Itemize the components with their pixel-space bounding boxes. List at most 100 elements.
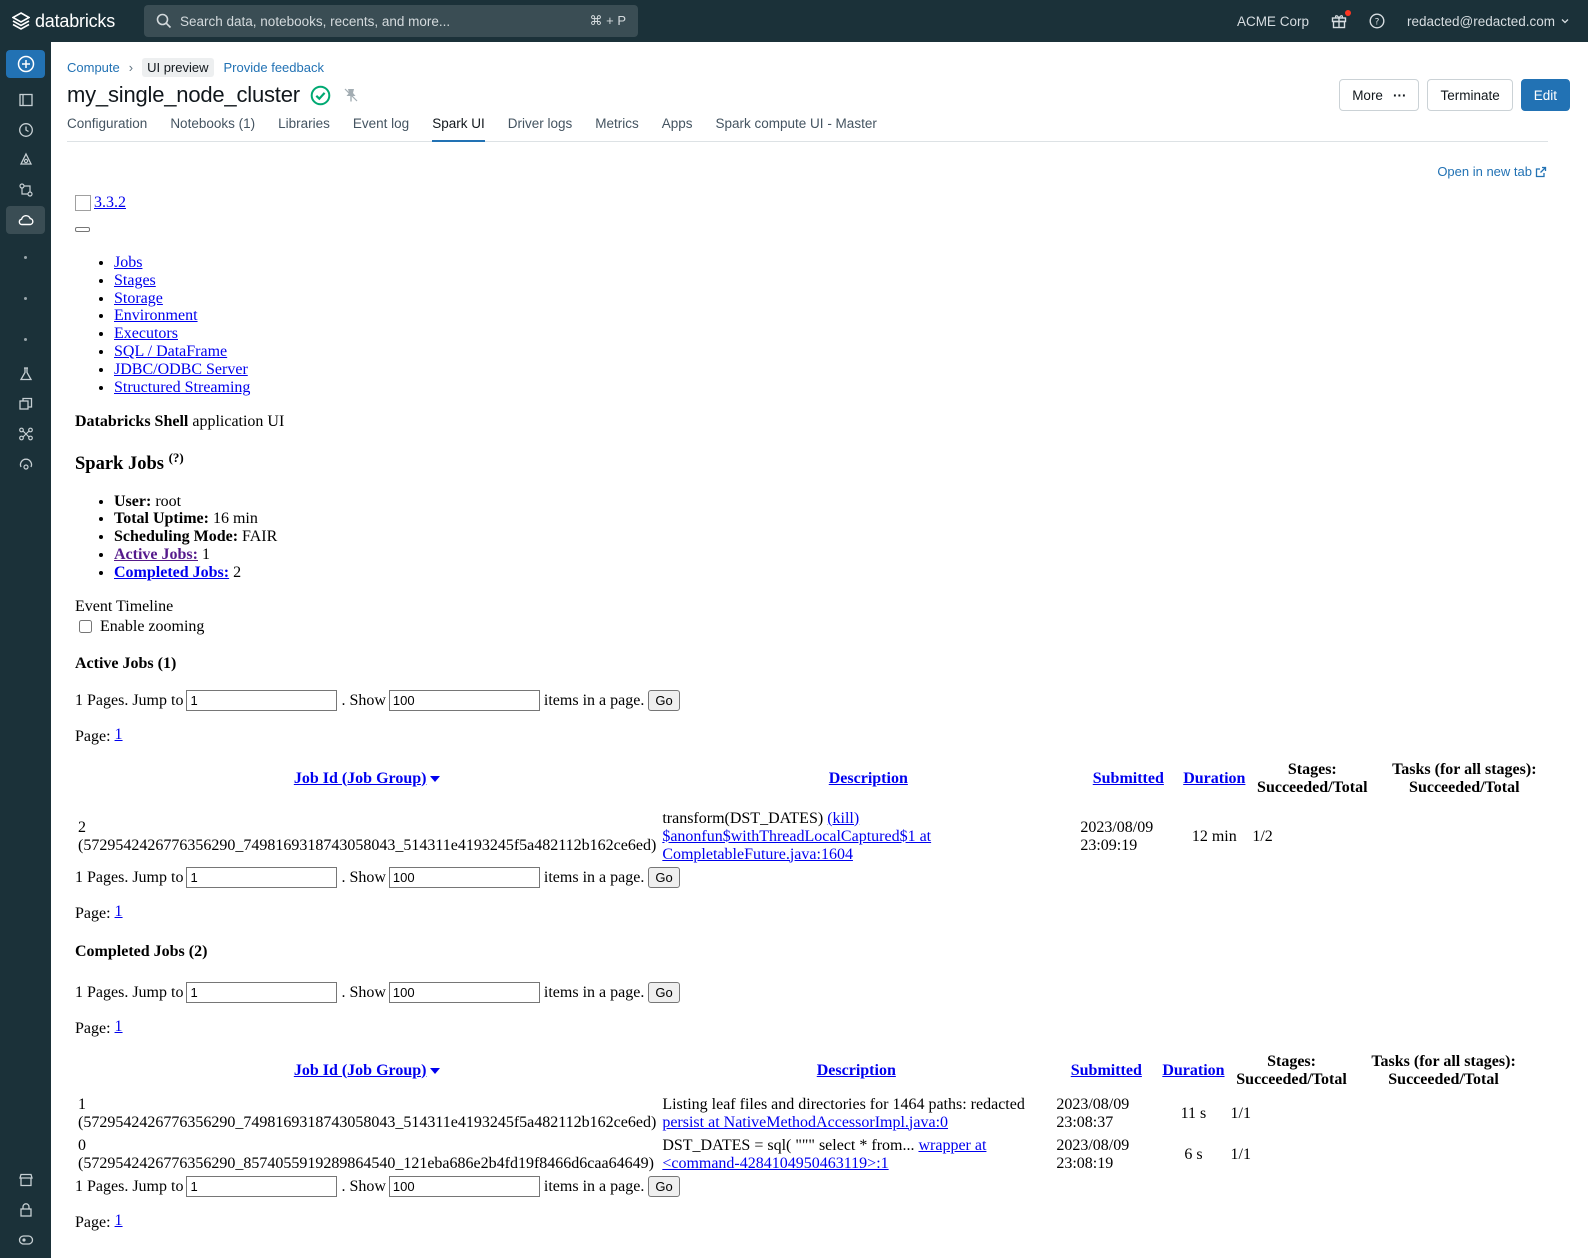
cluster-running-status [310,85,331,106]
jump-to-page-input[interactable] [186,690,338,712]
completed-jobs-heading[interactable]: Completed Jobs (2) [75,943,1555,961]
new-button[interactable] [6,50,45,78]
items-per-page-input[interactable] [388,1176,540,1198]
tab-spark-ui[interactable]: Spark UI [432,116,485,142]
jump-to-page-input[interactable] [186,867,338,889]
go-button[interactable]: Go [648,982,680,1004]
pin-button[interactable] [343,87,359,103]
nav-storage[interactable]: Storage [114,290,163,307]
job-duration: 12 min [1191,827,1237,845]
workspace-nav[interactable] [6,86,45,114]
user-value: root [155,492,182,510]
workflows-nav[interactable] [6,176,45,204]
open-in-new-tab-link[interactable]: Open in new tab [1437,164,1547,179]
nav-executors[interactable]: Executors [114,325,178,342]
items-text: items in a page. [543,1177,645,1195]
submitted-date: 2023/08/09 [1056,1136,1130,1154]
tab-apps[interactable]: Apps [662,116,693,142]
sort-duration-header[interactable]: Duration [1162,1062,1224,1079]
sort-job-id-header[interactable]: Job Id (Job Group) [294,1062,441,1079]
active-jobs-pager-bottom: 1 Pages. Jump to . Show items in a page.… [75,867,1555,889]
more-button[interactable]: More ··· [1339,79,1420,111]
terminate-button[interactable]: Terminate [1427,79,1513,111]
check-circle-icon [310,85,331,105]
provide-feedback-link[interactable]: Provide feedback [224,60,324,75]
go-button[interactable]: Go [648,1176,680,1198]
nav-environment[interactable]: Environment [114,307,198,324]
tab-spark-compute-ui-master[interactable]: Spark compute UI - Master [716,116,877,142]
nav-jobs[interactable]: Jobs [114,254,142,271]
sort-duration-header[interactable]: Duration [1183,770,1245,787]
page-link[interactable]: 1 [115,1212,123,1230]
page-label: Page: [75,1213,111,1231]
breadcrumb-compute-link[interactable]: Compute [67,60,120,75]
whats-new-button[interactable] [1331,10,1351,29]
jump-to-page-input[interactable] [186,982,338,1004]
folder-icon [18,93,33,107]
kill-job-link[interactable]: (kill) [827,810,859,827]
go-button[interactable]: Go [648,690,680,712]
user-menu[interactable]: redacted@redacted.com [1407,14,1570,29]
help-button[interactable]: ? [1369,13,1385,29]
enable-zooming-checkbox[interactable] [79,620,92,634]
page-link[interactable]: 1 [115,1018,123,1036]
catalog-nav[interactable] [6,146,45,174]
nav-jdbc-odbc[interactable]: JDBC/ODBC Server [114,361,248,378]
compute-nav[interactable] [6,206,45,234]
show-text: . Show [341,691,386,709]
event-timeline-toggle[interactable]: Event Timeline [75,598,1555,616]
completed-jobs-link[interactable]: Completed Jobs: [114,564,229,581]
left-nav-rail [0,42,51,1258]
active-jobs-link[interactable]: Active Jobs: [114,546,198,563]
sort-submitted-header[interactable]: Submitted [1071,1062,1142,1079]
go-button[interactable]: Go [648,867,680,889]
rail-separator-dot [24,297,27,300]
job-id: 0 [78,1136,86,1154]
global-search[interactable]: Search data, notebooks, recents, and mor… [144,5,638,37]
sort-description-header[interactable]: Description [817,1062,896,1079]
jump-to-page-input[interactable] [186,1176,338,1198]
active-jobs-table: Job Id (Job Group) Description Submitted… [75,760,1553,865]
items-per-page-input[interactable] [388,867,540,889]
edit-button[interactable]: Edit [1520,79,1570,111]
gift-icon [1331,15,1347,29]
nav-sql-dataframe[interactable]: SQL / DataFrame [114,343,227,360]
sort-desc-icon [430,775,441,782]
navbar-toggle-button[interactable] [75,227,90,232]
marketplace-nav[interactable] [6,1166,45,1194]
submitted-date: 2023/08/09 [1080,818,1154,836]
application-name: Databricks Shell application UI [75,413,1555,431]
job-description: transform(DST_DATES) [662,809,824,827]
items-per-page-input[interactable] [388,982,540,1004]
items-per-page-input[interactable] [388,690,540,712]
tab-event-log[interactable]: Event log [353,116,409,142]
tab-notebooks[interactable]: Notebooks (1) [170,116,255,142]
models-nav[interactable] [6,420,45,448]
workspace-name[interactable]: ACME Corp [1237,14,1309,29]
nav-structured-streaming[interactable]: Structured Streaming [114,379,250,396]
admin-nav[interactable] [6,1196,45,1224]
sort-description-header[interactable]: Description [829,770,908,787]
recents-nav[interactable] [6,116,45,144]
help-tooltip[interactable]: (?) [169,450,184,465]
tab-libraries[interactable]: Libraries [278,116,330,142]
sort-job-id-header[interactable]: Job Id (Job Group) [294,770,441,787]
features-nav[interactable] [6,390,45,418]
job-description-link[interactable]: persist at NativeMethodAccessorImpl.java… [662,1114,948,1131]
more-label: More [1352,87,1383,103]
experiments-nav[interactable] [6,360,45,388]
job-duration: 6 s [1184,1145,1203,1163]
page-link[interactable]: 1 [115,903,123,921]
job-description-link[interactable]: $anonfun$withThreadLocalCaptured$1 at Co… [662,828,931,863]
tab-metrics[interactable]: Metrics [595,116,639,142]
spark-version-link[interactable]: 3.3.2 [94,194,126,212]
sort-submitted-header[interactable]: Submitted [1093,770,1164,787]
collapse-sidebar-nav[interactable] [6,1226,45,1254]
tab-driver-logs[interactable]: Driver logs [508,116,573,142]
active-jobs-heading[interactable]: Active Jobs (1) [75,655,1555,673]
tab-configuration[interactable]: Configuration [67,116,147,142]
nav-stages[interactable]: Stages [114,272,156,289]
page-link[interactable]: 1 [115,726,123,744]
serving-nav[interactable] [6,450,45,478]
databricks-logo[interactable]: databricks [12,11,132,32]
